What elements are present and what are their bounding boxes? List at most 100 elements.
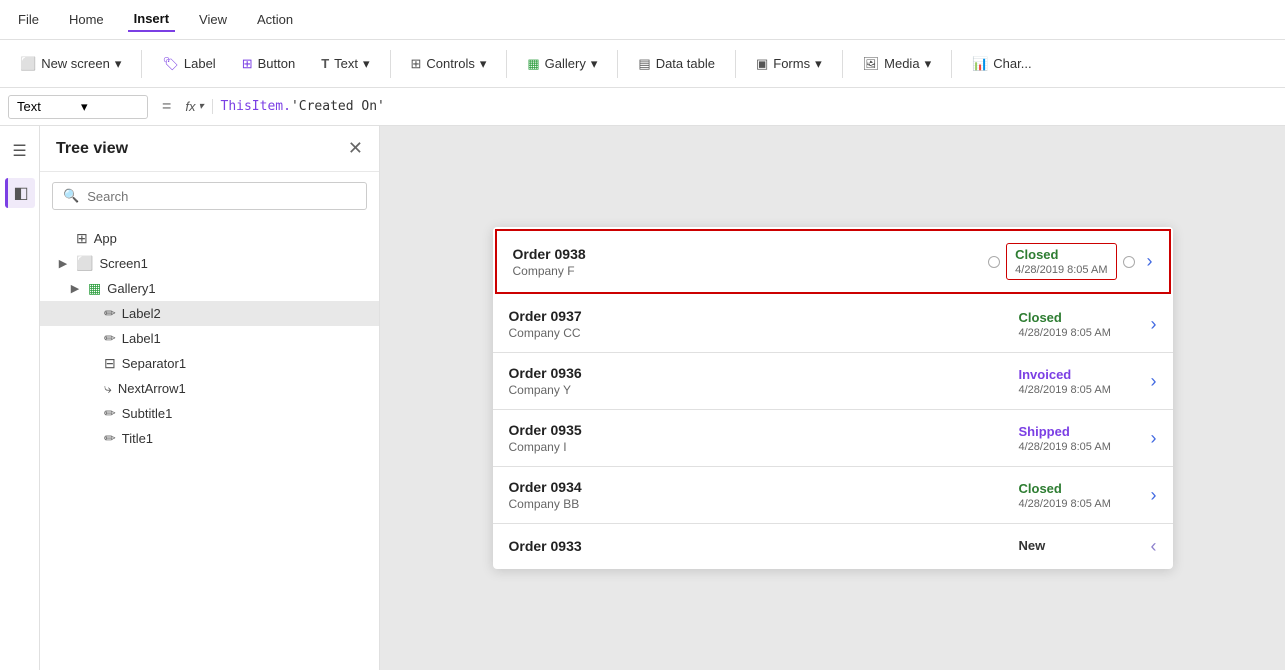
- main-layout: ☰ ◧ Tree view ✕ 🔍 ⊞ App ▶ ⬜ Screen1: [0, 126, 1285, 670]
- gallery-item-0938[interactable]: Order 0938 Company F Closed 4/28/2019 8:…: [495, 229, 1171, 294]
- chart-button[interactable]: 📊 Char...: [962, 51, 1041, 77]
- item-date-0934: 4/28/2019 8:05 AM: [1019, 498, 1139, 510]
- item-status-0938: Closed: [1015, 247, 1107, 262]
- item-arrow-0937[interactable]: ›: [1151, 314, 1157, 335]
- item-status-block-0935: Shipped 4/28/2019 8:05 AM: [1019, 424, 1139, 453]
- hamburger-menu-icon[interactable]: ☰: [5, 136, 35, 166]
- item-date-0937: 4/28/2019 8:05 AM: [1019, 327, 1139, 339]
- item-status-0937: Closed: [1019, 310, 1139, 325]
- gallery-item-0936[interactable]: Order 0936 Company Y Invoiced 4/28/2019 …: [493, 353, 1173, 410]
- new-screen-chevron-icon: ▾: [115, 56, 122, 72]
- item-info-0934: Order 0934 Company BB: [509, 479, 1007, 511]
- controls-button[interactable]: ⊞ Controls ▾: [401, 51, 497, 77]
- item-status-0935: Shipped: [1019, 424, 1139, 439]
- item-status-block-0934: Closed 4/28/2019 8:05 AM: [1019, 481, 1139, 510]
- tree-item-label1[interactable]: ✏ Label1: [40, 326, 379, 351]
- formula-selector-value: Text: [17, 99, 75, 114]
- canvas-area: Order 0938 Company F Closed 4/28/2019 8:…: [380, 126, 1285, 670]
- item-arrow-0933[interactable]: ‹: [1151, 536, 1157, 557]
- screen1-expand-icon: ▶: [56, 257, 70, 270]
- tree-item-app[interactable]: ⊞ App: [40, 226, 379, 251]
- gallery-chevron-icon: ▾: [591, 56, 598, 72]
- tree-close-button[interactable]: ✕: [348, 138, 363, 159]
- chart-icon: 📊: [972, 56, 988, 72]
- tree-item-subtitle1[interactable]: ✏ Subtitle1: [40, 401, 379, 426]
- forms-button[interactable]: ▣ Forms ▾: [746, 51, 832, 77]
- formula-selector-chevron-icon: ▾: [81, 99, 139, 115]
- formula-selector[interactable]: Text ▾: [8, 95, 148, 119]
- tree-item-gallery1[interactable]: ▶ ▦ Gallery1: [40, 276, 379, 301]
- item-date-0935: 4/28/2019 8:05 AM: [1019, 441, 1139, 453]
- separator1-node-icon: ⊟: [104, 355, 116, 372]
- data-table-button[interactable]: ▤ Data table: [628, 51, 725, 77]
- divider-7: [951, 50, 952, 78]
- gallery-button[interactable]: ▦ Gallery ▾: [517, 51, 607, 77]
- item-status-block-0937: Closed 4/28/2019 8:05 AM: [1019, 310, 1139, 339]
- item-date-0938: 4/28/2019 8:05 AM: [1015, 264, 1107, 276]
- media-button[interactable]: 🖼 Media ▾: [853, 51, 941, 77]
- control-node-right: [1123, 256, 1135, 268]
- layers-icon[interactable]: ◧: [5, 178, 35, 208]
- forms-chevron-icon: ▾: [815, 56, 822, 72]
- tree-search-container: 🔍: [52, 182, 367, 210]
- label1-node-icon: ✏: [104, 330, 116, 347]
- menu-item-insert[interactable]: Insert: [128, 7, 175, 32]
- menu-item-file[interactable]: File: [12, 8, 45, 31]
- item-status-0934: Closed: [1019, 481, 1139, 496]
- item-order-0934: Order 0934: [509, 479, 1007, 495]
- search-icon: 🔍: [63, 188, 79, 204]
- control-node-left: [988, 256, 1000, 268]
- screen1-node-icon: ⬜: [76, 255, 93, 272]
- item-arrow-0936[interactable]: ›: [1151, 371, 1157, 392]
- separator1-label: Separator1: [122, 356, 367, 371]
- tree-item-label2[interactable]: ✏ Label2: [40, 301, 379, 326]
- search-input[interactable]: [87, 189, 356, 204]
- item-date-0936: 4/28/2019 8:05 AM: [1019, 384, 1139, 396]
- item-arrow-0934[interactable]: ›: [1151, 485, 1157, 506]
- tree-item-screen1[interactable]: ▶ ⬜ Screen1: [40, 251, 379, 276]
- fx-label: fx: [185, 99, 195, 114]
- item-order-0936: Order 0936: [509, 365, 1007, 381]
- button-button[interactable]: ⊞ Button: [232, 51, 306, 77]
- controls-chevron-icon: ▾: [480, 56, 487, 72]
- forms-icon: ▣: [756, 56, 768, 72]
- item-order-0933: Order 0933: [509, 538, 1007, 554]
- item-arrow-0935[interactable]: ›: [1151, 428, 1157, 449]
- nextarrow1-label: NextArrow1: [118, 381, 367, 396]
- title1-label: Title1: [122, 431, 367, 446]
- menu-item-action[interactable]: Action: [251, 8, 299, 31]
- item-info-0938: Order 0938 Company F: [513, 246, 977, 278]
- tree-item-title1[interactable]: ✏ Title1: [40, 426, 379, 451]
- item-info-0937: Order 0937 Company CC: [509, 308, 1007, 340]
- gallery-item-0933[interactable]: Order 0933 New ‹: [493, 524, 1173, 569]
- item-arrow-0938[interactable]: ›: [1147, 251, 1153, 272]
- data-table-icon: ▤: [638, 56, 650, 72]
- tree-item-separator1[interactable]: ⊟ Separator1: [40, 351, 379, 376]
- text-button[interactable]: T Text ▾: [311, 51, 379, 77]
- item-info-0933: Order 0933: [509, 538, 1007, 556]
- label1-label: Label1: [122, 331, 367, 346]
- text-icon: T: [321, 56, 329, 71]
- label-button[interactable]: 🏷 Label: [152, 51, 225, 77]
- formula-input[interactable]: ThisItem.'Created On': [221, 99, 1278, 114]
- divider-6: [842, 50, 843, 78]
- menu-item-view[interactable]: View: [193, 8, 233, 31]
- item-info-0936: Order 0936 Company Y: [509, 365, 1007, 397]
- tree-item-nextarrow1[interactable]: ⤷ NextArrow1: [40, 376, 379, 401]
- item-info-0935: Order 0935 Company I: [509, 422, 1007, 454]
- media-chevron-icon: ▾: [925, 56, 932, 72]
- menu-item-home[interactable]: Home: [63, 8, 110, 31]
- item-status-0936: Invoiced: [1019, 367, 1139, 382]
- formula-fx-area[interactable]: fx ▾: [185, 99, 212, 114]
- icon-strip: ☰ ◧: [0, 126, 40, 670]
- item-company-0935: Company I: [509, 440, 1007, 454]
- gallery-item-0935[interactable]: Order 0935 Company I Shipped 4/28/2019 8…: [493, 410, 1173, 467]
- new-screen-button[interactable]: ⬜ New screen ▾: [10, 51, 131, 77]
- gallery1-node-icon: ▦: [88, 280, 101, 297]
- gallery-item-0937[interactable]: Order 0937 Company CC Closed 4/28/2019 8…: [493, 296, 1173, 353]
- gallery-item-0934[interactable]: Order 0934 Company BB Closed 4/28/2019 8…: [493, 467, 1173, 524]
- subtitle1-label: Subtitle1: [122, 406, 367, 421]
- new-screen-icon: ⬜: [20, 56, 36, 72]
- divider-1: [141, 50, 142, 78]
- divider-3: [506, 50, 507, 78]
